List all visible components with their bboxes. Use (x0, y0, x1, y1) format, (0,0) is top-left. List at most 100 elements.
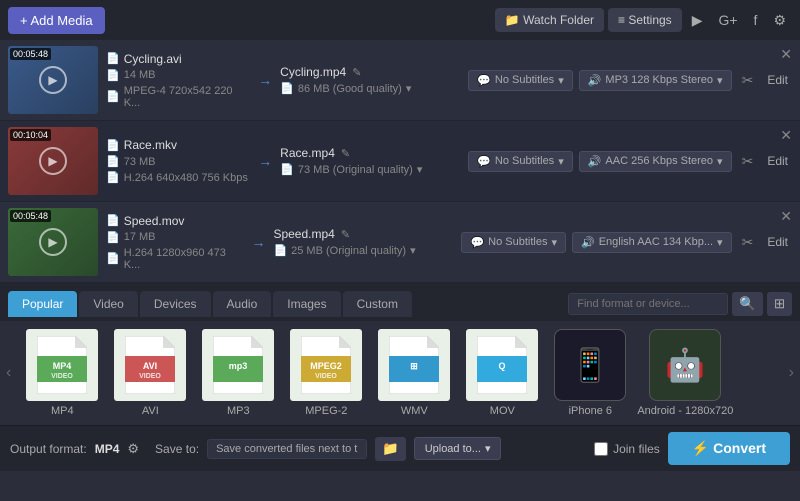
save-to-input[interactable] (207, 439, 367, 459)
format-tab-custom[interactable]: Custom (343, 291, 412, 317)
format-item-android[interactable]: 🤖 Android - 1280x720 (637, 329, 733, 417)
audio-button[interactable]: 🔊 MP3 128 Kbps Stereo ▾ (579, 70, 732, 91)
file-row: 00:05:48 ▶ 📄 Speed.mov 📄 17 MB 📄 H.264 1… (0, 202, 800, 283)
svg-text:⊞: ⊞ (411, 361, 419, 371)
audio-button[interactable]: 🔊 English AAC 134 Kbp... ▾ (572, 232, 732, 253)
output-name-row: Speed.mp4 ✎ (273, 227, 453, 241)
scissors-button[interactable]: ✂ (738, 151, 758, 172)
output-settings-gear[interactable]: ⚙ (127, 441, 139, 457)
file-icon: 📄 (106, 139, 120, 152)
format-filter-button[interactable]: ⊞ (767, 292, 792, 316)
close-file-button[interactable]: ✕ (776, 44, 796, 65)
format-tab-images[interactable]: Images (273, 291, 340, 317)
subtitle-icon: 💬 (470, 236, 484, 249)
format-grid-wrap: ‹ MP4 VIDEO MP4 AVI VIDEO (0, 321, 800, 425)
arrow-icon: → (251, 234, 265, 250)
gear-icon-button[interactable]: ⚙ (767, 8, 792, 33)
subtitle-icon: 💬 (477, 155, 491, 168)
format-nav-left[interactable]: ‹ (0, 329, 17, 417)
subtitle-button[interactable]: 💬 No Subtitles ▾ (468, 70, 573, 91)
format-tabs: PopularVideoDevicesAudioImagesCustom 🔍 ⊞ (8, 291, 792, 317)
file-name-row: 📄 Speed.mov (106, 214, 243, 228)
format-search-button[interactable]: 🔍 (732, 292, 763, 316)
join-files-text: Join files (613, 442, 660, 456)
format-tab-audio[interactable]: Audio (213, 291, 272, 317)
svg-text:MP4: MP4 (53, 361, 72, 371)
subtitle-button[interactable]: 💬 No Subtitles ▾ (461, 232, 566, 253)
codec-icon: 📄 (106, 252, 120, 265)
edit-filename-button[interactable]: ✎ (339, 147, 352, 160)
format-item-mov[interactable]: Q MOV (461, 329, 543, 417)
add-media-button[interactable]: + Add Media (8, 7, 105, 34)
join-files-checkbox[interactable] (594, 442, 608, 456)
output-filename: Speed.mp4 (273, 227, 334, 241)
output-filename: Race.mp4 (280, 146, 335, 160)
file-size-icon: 📄 (106, 155, 120, 168)
audio-icon: 🔊 (588, 155, 602, 168)
watch-folder-button[interactable]: 📁 Watch Folder (495, 8, 604, 32)
format-search: 🔍 ⊞ (568, 292, 792, 316)
format-label-iphone6: iPhone 6 (569, 405, 612, 417)
convert-button[interactable]: ⚡ Convert (668, 432, 790, 465)
file-meta-codec: 📄 MPEG-4 720x542 220 K... (106, 85, 250, 109)
play-icon[interactable]: ▶ (39, 147, 67, 175)
gplus-icon-button[interactable]: G+ (712, 8, 743, 32)
format-tab-devices[interactable]: Devices (140, 291, 211, 317)
output-section: Cycling.mp4 ✎ 📄 86 MB (Good quality) ▾ (280, 65, 460, 95)
format-item-iphone6[interactable]: 📱 iPhone 6 (549, 329, 631, 417)
audio-button[interactable]: 🔊 AAC 256 Kbps Stereo ▾ (579, 151, 732, 172)
scissors-button[interactable]: ✂ (738, 70, 758, 91)
thumb-duration: 00:05:48 (10, 210, 51, 222)
output-size-icon: 📄 (273, 244, 287, 257)
edit-filename-button[interactable]: ✎ (339, 228, 352, 241)
file-info: 📄 Race.mkv 📄 73 MB 📄 H.264 640x480 756 K… (106, 138, 250, 184)
source-codec: H.264 640x480 756 Kbps (124, 172, 248, 184)
format-label-mpeg2: MPEG-2 (305, 405, 347, 417)
edit-button[interactable]: Edit (763, 71, 792, 89)
play-icon[interactable]: ▶ (39, 228, 67, 256)
source-size: 17 MB (124, 231, 156, 243)
play-icon[interactable]: ▶ (39, 66, 67, 94)
output-size-chevron: ▾ (417, 163, 423, 176)
audio-icon: 🔊 (581, 236, 595, 249)
arrow-icon: → (258, 72, 272, 88)
edit-filename-button[interactable]: ✎ (350, 66, 363, 79)
source-size: 73 MB (124, 156, 156, 168)
facebook-icon-button[interactable]: f (748, 8, 764, 32)
format-tab-video[interactable]: Video (79, 291, 137, 317)
output-size-chevron: ▾ (406, 82, 412, 95)
svg-text:VIDEO: VIDEO (315, 373, 337, 380)
source-filename: Cycling.avi (124, 52, 182, 66)
format-item-wmv[interactable]: ⊞ WMV (373, 329, 455, 417)
format-item-mp3[interactable]: mp3 MP3 (197, 329, 279, 417)
close-file-button[interactable]: ✕ (776, 125, 796, 146)
row-right: 💬 No Subtitles ▾ 🔊 AAC 256 Kbps Stereo ▾… (468, 151, 792, 172)
format-item-mp4[interactable]: MP4 VIDEO MP4 (21, 329, 103, 417)
edit-button[interactable]: Edit (763, 152, 792, 170)
subtitle-button[interactable]: 💬 No Subtitles ▾ (468, 151, 573, 172)
format-item-mpeg2[interactable]: MPEG2 VIDEO MPEG-2 (285, 329, 367, 417)
format-nav-right[interactable]: › (783, 329, 800, 417)
row-right: 💬 No Subtitles ▾ 🔊 English AAC 134 Kbp..… (461, 232, 792, 253)
format-tab-popular[interactable]: Popular (8, 291, 77, 317)
output-size: 86 MB (Good quality) (298, 83, 402, 95)
close-file-button[interactable]: ✕ (776, 206, 796, 227)
scissors-button[interactable]: ✂ (738, 232, 758, 253)
browse-folder-button[interactable]: 📁 (375, 437, 406, 461)
source-filename: Speed.mov (124, 214, 185, 228)
youtube-icon-button[interactable]: ▶ (686, 8, 709, 33)
join-files-label[interactable]: Join files (594, 442, 660, 456)
svg-text:MPEG2: MPEG2 (311, 361, 343, 371)
right-actions: Join files ⚡ Convert (594, 432, 790, 465)
top-bar: + Add Media 📁 Watch Folder ≡ Settings ▶ … (0, 0, 800, 40)
output-size: 25 MB (Original quality) (291, 245, 406, 257)
output-size-icon: 📄 (280, 163, 294, 176)
subtitle-icon: 💬 (477, 74, 491, 87)
settings-button[interactable]: ≡ Settings (608, 8, 682, 32)
upload-to-button[interactable]: Upload to... ▾ (414, 437, 502, 460)
format-item-avi[interactable]: AVI VIDEO AVI (109, 329, 191, 417)
format-search-input[interactable] (568, 293, 728, 315)
edit-button[interactable]: Edit (763, 233, 792, 251)
output-size-row: 📄 86 MB (Good quality) ▾ (280, 82, 460, 95)
file-meta-codec: 📄 H.264 1280x960 473 K... (106, 247, 243, 271)
